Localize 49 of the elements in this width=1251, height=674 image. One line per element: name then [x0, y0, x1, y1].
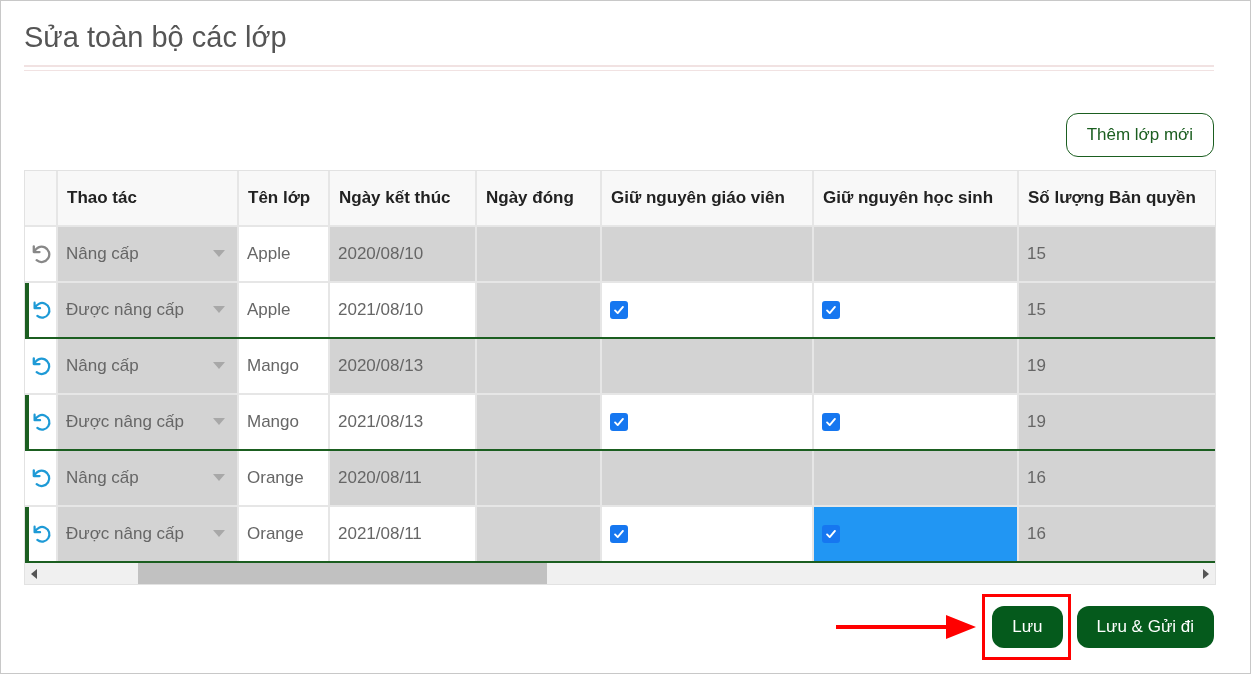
checkmark-icon — [612, 303, 626, 317]
checkbox[interactable] — [610, 525, 628, 543]
action-dropdown[interactable]: Nâng cấp — [58, 451, 239, 505]
checkmark-icon — [824, 527, 838, 541]
table-cell: 2020/08/13 — [330, 339, 477, 393]
column-header[interactable]: Ngày đóng — [477, 171, 602, 225]
scrollbar-thumb[interactable] — [138, 563, 547, 584]
table-cell: 15 — [1019, 227, 1215, 281]
action-dropdown[interactable]: Nâng cấp — [58, 227, 239, 281]
table-cell: 2020/08/11 — [330, 451, 477, 505]
table-cell: 16 — [1019, 507, 1215, 561]
column-header[interactable]: Giữ nguyên học sinh — [814, 171, 1019, 225]
table-cell: 15 — [1019, 283, 1215, 337]
column-header[interactable]: Thao tác — [58, 171, 239, 225]
column-header[interactable]: Giữ nguyên giáo viên — [602, 171, 814, 225]
action-dropdown[interactable]: Được nâng cấp — [58, 507, 239, 561]
caret-icon — [213, 474, 225, 482]
page-title: Sửa toàn bộ các lớp — [24, 20, 288, 55]
table-cell: 19 — [1019, 395, 1215, 449]
save-button[interactable]: Lưu — [992, 606, 1063, 648]
checkbox-cell[interactable] — [814, 507, 1019, 561]
action-dropdown[interactable]: Nâng cấp — [58, 339, 239, 393]
checkbox[interactable] — [822, 525, 840, 543]
caret-icon — [213, 306, 225, 314]
column-header[interactable]: Tên lớp — [239, 171, 330, 225]
caret-icon — [213, 418, 225, 426]
checkbox[interactable] — [610, 301, 628, 319]
checkmark-icon — [824, 303, 838, 317]
action-dropdown[interactable]: Được nâng cấp — [58, 283, 239, 337]
horizontal-scrollbar[interactable] — [25, 563, 1215, 584]
action-dropdown[interactable]: Được nâng cấp — [58, 395, 239, 449]
caret-icon — [213, 362, 225, 370]
save-send-button[interactable]: Lưu & Gửi đi — [1076, 606, 1214, 648]
checkmark-icon — [612, 415, 626, 429]
scroll-right-icon[interactable] — [1202, 568, 1210, 579]
add-class-button[interactable]: Thêm lớp mới — [1065, 113, 1214, 157]
checkbox[interactable] — [610, 413, 628, 431]
checkmark-icon — [824, 415, 838, 429]
column-header[interactable]: Ngày kết thúc — [330, 171, 477, 225]
table-cell: 2020/08/10 — [330, 227, 477, 281]
scroll-left-icon[interactable] — [30, 568, 38, 579]
caret-icon — [213, 250, 225, 258]
column-header[interactable]: Số lượng Bản quyền — [1019, 171, 1215, 225]
table-cell: 16 — [1019, 451, 1215, 505]
caret-icon — [213, 530, 225, 538]
checkbox[interactable] — [822, 413, 840, 431]
table-cell: 19 — [1019, 339, 1215, 393]
checkmark-icon — [612, 527, 626, 541]
checkbox[interactable] — [822, 301, 840, 319]
